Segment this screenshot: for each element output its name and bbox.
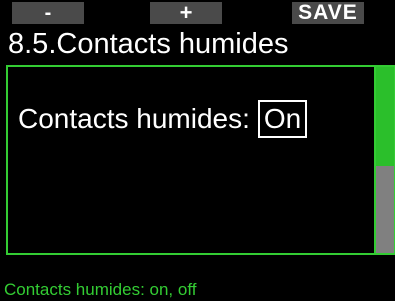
settings-panel: Contacts humides: On: [6, 65, 376, 255]
save-button[interactable]: SAVE: [292, 2, 364, 24]
scroll-thumb[interactable]: [376, 67, 394, 166]
setting-row-wet-contacts: Contacts humides: On: [18, 99, 308, 138]
setting-value-selector[interactable]: On: [257, 99, 308, 138]
setting-label: Contacts humides:: [18, 102, 250, 134]
increase-button[interactable]: +: [150, 2, 222, 24]
scrollbar[interactable]: [376, 65, 395, 255]
help-text: Contacts humides: on, off: [4, 280, 197, 299]
softkey-bar: - + SAVE: [0, 0, 395, 24]
page-title: 8.5.Contacts humides: [8, 28, 289, 60]
decrease-button[interactable]: -: [12, 2, 84, 24]
